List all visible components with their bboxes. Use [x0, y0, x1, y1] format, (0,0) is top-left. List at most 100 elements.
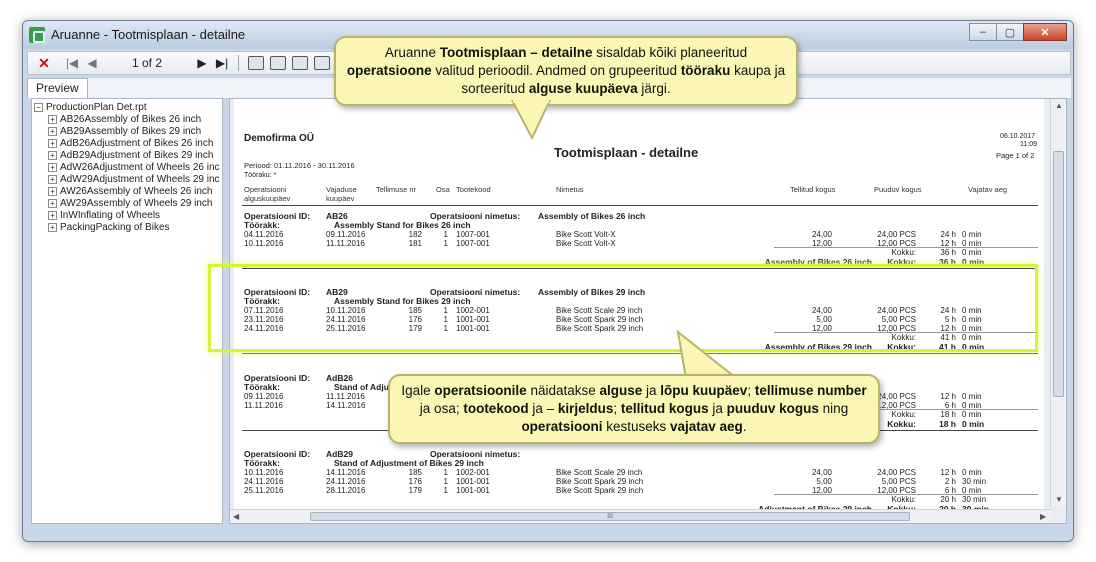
callout-text: ja: [642, 383, 661, 398]
last-page-button[interactable]: ▶|: [212, 53, 232, 73]
period-label: Periood: 01.11.2016 - 30.11.2016: [244, 161, 355, 170]
tab-preview[interactable]: Preview: [27, 78, 88, 98]
expand-icon[interactable]: +: [48, 210, 57, 220]
scroll-up-icon[interactable]: ▲: [1055, 101, 1063, 110]
collapse-icon[interactable]: −: [34, 102, 43, 112]
tree-item-label: AW29Assembly of Wheels 29 inch: [60, 197, 213, 209]
group-total-hours: 18 h: [938, 419, 956, 429]
table-cell: 1: [443, 306, 448, 315]
tree-item[interactable]: + AdW29Adjustment of Wheels 29 inch: [34, 173, 220, 185]
vertical-scrollbar[interactable]: ▲ ▼: [1050, 99, 1066, 507]
callout-text: Igale: [401, 383, 435, 398]
subtotal-hours: 36 h: [940, 248, 956, 257]
expand-icon[interactable]: +: [48, 222, 57, 232]
callout-top: Aruanne Tootmisplaan – detailne sisaldab…: [334, 36, 798, 106]
callout-bold: puuduv kogus: [726, 401, 819, 416]
workcenter-value: Assembly Stand for Bikes 26 inch: [334, 220, 471, 230]
col-head-name: Nimetus: [556, 185, 584, 194]
table-cell: 04.11.2016: [244, 230, 284, 239]
group-total-hours: 36 h: [938, 257, 956, 267]
horizontal-scroll-thumb[interactable]: III: [310, 512, 910, 521]
table-cell: 5,00: [816, 477, 832, 486]
tree-item[interactable]: + AW26Assembly of Wheels 26 inch: [34, 185, 220, 197]
vertical-scroll-thumb[interactable]: [1053, 151, 1064, 397]
table-cell: 0 min: [962, 392, 982, 401]
table-cell: 07.11.2016: [244, 306, 284, 315]
table-cell: 179: [408, 324, 422, 333]
scroll-left-icon[interactable]: ◀: [233, 512, 239, 521]
horizontal-scrollbar[interactable]: ◀ III ▶: [230, 509, 1052, 523]
callout-text: Aruanne: [384, 45, 440, 60]
tree-item[interactable]: + InWInflating of Wheels: [34, 209, 220, 221]
callout-text: sisaldab kõiki planeeritud: [592, 45, 748, 60]
expand-icon[interactable]: +: [48, 198, 57, 208]
table-cell: 1007-001: [456, 239, 490, 248]
close-report-icon[interactable]: ✕: [34, 53, 54, 73]
subtotal-label: Kokku:: [891, 333, 916, 342]
report-time: 11:09: [1020, 141, 1037, 148]
first-page-button[interactable]: |◀: [62, 53, 82, 73]
op-name-value: Assembly of Bikes 29 inch: [538, 287, 646, 297]
table-cell: 24.11.2016: [326, 315, 366, 324]
table-cell: 11.11.2016: [244, 401, 283, 410]
table-cell: 0 min: [962, 306, 982, 315]
table-cell: 1: [443, 315, 448, 324]
table-cell: 25.11.2016: [326, 324, 366, 333]
prev-page-button[interactable]: ◀: [82, 53, 102, 73]
maximize-button[interactable]: ▢: [996, 23, 1024, 41]
callout-bold: tellitud kogus: [620, 401, 709, 416]
expand-icon[interactable]: +: [48, 126, 57, 136]
col-head-order-no: Tellimuse nr: [376, 185, 417, 194]
table-cell: 1: [443, 230, 448, 239]
tree-item-label: AB26Assembly of Bikes 26 inch: [60, 113, 202, 125]
group-total-label: Kokku:: [887, 342, 916, 352]
group-total-label: Kokku:: [887, 257, 916, 267]
tree-item[interactable]: + AdB26Adjustment of Bikes 26 inch: [34, 137, 220, 149]
tree-item[interactable]: + AdB29Adjustment of Bikes 29 inch: [34, 149, 220, 161]
workcenter-value: Stand of Adjustment of Bikes 29 inch: [334, 458, 484, 468]
expand-icon[interactable]: +: [48, 114, 57, 124]
scroll-right-icon[interactable]: ▶: [1040, 512, 1046, 521]
subtotal-label: Kokku:: [891, 410, 916, 419]
table-cell: Bike Scott Volt-X: [556, 239, 616, 248]
workcenter-label: Töörakk:: [244, 382, 280, 392]
export-icon[interactable]: [292, 56, 309, 70]
table-cell: 10.11.2016: [326, 306, 366, 315]
window-title: Aruanne - Tootmisplaan - detailne: [51, 27, 246, 42]
table-cell: 0 min: [962, 315, 982, 324]
print-icon[interactable]: [248, 56, 265, 70]
tree-root[interactable]: − ProductionPlan Det.rpt: [34, 101, 220, 113]
expand-icon[interactable]: +: [48, 162, 57, 172]
close-button[interactable]: ✕: [1023, 23, 1067, 41]
minimize-button[interactable]: –: [969, 23, 997, 41]
tree-item-label: AdB29Adjustment of Bikes 29 inch: [60, 149, 214, 161]
tree-item[interactable]: + PackingPacking of Bikes: [34, 221, 220, 233]
expand-icon[interactable]: +: [48, 138, 57, 148]
expand-icon[interactable]: +: [48, 186, 57, 196]
group-total-minutes: 0 min: [962, 257, 985, 267]
expand-icon[interactable]: +: [48, 150, 57, 160]
app-icon: [29, 27, 45, 43]
scroll-down-icon[interactable]: ▼: [1055, 495, 1063, 504]
table-cell: 23.11.2016: [244, 315, 284, 324]
group-tree-toggle-icon[interactable]: [314, 56, 331, 70]
next-page-button[interactable]: ▶: [192, 53, 212, 73]
table-cell: Bike Scott Scale 29 inch: [556, 468, 643, 477]
col-head-due: Vajaduse kuupäev: [326, 185, 357, 203]
tree-item[interactable]: + AB26Assembly of Bikes 26 inch: [34, 113, 220, 125]
callout-bottom-pointer: [676, 330, 739, 379]
page-number: Page 1 of 2: [996, 151, 1035, 160]
print-setup-icon[interactable]: [270, 56, 287, 70]
callout-text: ning: [818, 401, 849, 416]
tree-item[interactable]: + AW29Assembly of Wheels 29 inch: [34, 197, 220, 209]
table-cell: 24 h: [940, 230, 956, 239]
tree-item[interactable]: + AdW26Adjustment of Wheels 26 inch: [34, 161, 220, 173]
tree-item[interactable]: + AB29Assembly of Bikes 29 inch: [34, 125, 220, 137]
group-total-label: Assembly of Bikes 26 inch: [764, 257, 872, 267]
subtotal-label: Kokku:: [891, 248, 916, 257]
table-cell: 12 h: [940, 468, 956, 477]
callout-bottom: Igale operatsioonile näidatakse alguse j…: [388, 374, 880, 444]
callout-text: .: [742, 419, 747, 434]
expand-icon[interactable]: +: [48, 174, 57, 184]
tree-root-label: ProductionPlan Det.rpt: [46, 101, 147, 113]
